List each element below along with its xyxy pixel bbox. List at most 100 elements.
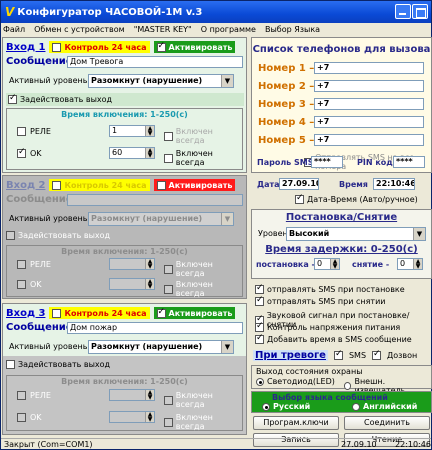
relay-always-on[interactable]: Включен всегда xyxy=(164,127,242,145)
chevron-down-icon[interactable]: ▼ xyxy=(221,213,233,225)
input-2-use-output[interactable]: Задействовать выход xyxy=(6,231,110,240)
ok-always-on[interactable]: Включен всегда xyxy=(164,149,242,167)
time-field[interactable]: 22:10:46 xyxy=(373,178,415,190)
russian-radio[interactable] xyxy=(262,402,270,411)
sms-on-disarm-toggle[interactable]: отправлять SMS при снятии xyxy=(255,295,385,306)
ok-checkbox[interactable] xyxy=(17,280,26,289)
input-1-message-field[interactable]: Дом Тревога xyxy=(67,56,243,68)
connect-button[interactable]: Соединить xyxy=(344,416,430,430)
maximize-button[interactable] xyxy=(412,4,428,19)
input-1-activate[interactable]: Активировать xyxy=(153,41,236,53)
input-3-activate[interactable]: Активировать xyxy=(153,307,236,319)
control-24h-checkbox[interactable] xyxy=(52,180,62,190)
menu-about[interactable]: О программе xyxy=(201,25,256,34)
pin-field[interactable]: **** xyxy=(393,156,425,168)
menu-master-key[interactable]: "MASTER KEY" xyxy=(134,25,192,34)
alarm-sms-checkbox[interactable] xyxy=(333,349,343,360)
external-radio[interactable] xyxy=(344,382,352,390)
always-checkbox[interactable] xyxy=(164,417,173,427)
spin-arrows-icon[interactable]: ▲ ▼ xyxy=(145,148,154,159)
ok-time-spinner[interactable]: ▲ ▼ xyxy=(109,278,155,290)
use-output-checkbox[interactable] xyxy=(6,231,15,240)
always-checkbox[interactable] xyxy=(164,131,173,141)
arm-delay-spinner[interactable]: 0 ▲ ▼ xyxy=(314,258,340,270)
input-1-control-24h[interactable]: Контроль 24 часа xyxy=(49,41,150,53)
ok-time-spinner[interactable]: ▲ ▼ xyxy=(109,411,155,423)
sms-on-arm-checkbox[interactable] xyxy=(255,283,264,294)
spin-arrows-icon[interactable]: ▲ ▼ xyxy=(145,279,154,290)
phone-2-field[interactable]: +7 xyxy=(314,80,424,92)
spin-arrows-icon[interactable]: ▲ ▼ xyxy=(145,126,154,137)
relay-checkbox[interactable] xyxy=(17,391,26,400)
input-3-title[interactable]: Вход 3 xyxy=(6,308,45,319)
relay-time-spinner[interactable]: ▲ ▼ xyxy=(109,258,155,270)
input-3-level-select[interactable]: Разомкнут (нарушение) ▼ xyxy=(88,340,234,354)
relay-always-on[interactable]: Включен всегда xyxy=(164,260,242,278)
ok-always-on[interactable]: Включен всегда xyxy=(164,413,242,431)
relay-toggle[interactable]: РЕЛЕ xyxy=(17,391,51,400)
input-2-title[interactable]: Вход 2 xyxy=(6,180,45,191)
input-1-title[interactable]: Вход 1 xyxy=(6,42,45,53)
relay-checkbox[interactable] xyxy=(17,260,26,269)
spin-arrows-icon[interactable]: ▲ ▼ xyxy=(145,412,154,423)
control-24h-checkbox[interactable] xyxy=(52,42,62,52)
input-3-message-field[interactable]: Дом пожар xyxy=(67,322,243,334)
ok-toggle[interactable]: OK xyxy=(17,413,42,422)
input-1-level-select[interactable]: Разомкнут (нарушение) ▼ xyxy=(88,74,234,88)
date-field[interactable]: 27.09.10 xyxy=(279,178,319,190)
ok-time-spinner[interactable]: 60 ▲ ▼ xyxy=(109,147,155,159)
led-radio[interactable] xyxy=(256,377,264,386)
spin-arrows-icon[interactable]: ▲ ▼ xyxy=(413,259,422,270)
datetime-auto-toggle[interactable]: Дата-Время (Авто/ручное) xyxy=(295,193,418,204)
sms-on-arm-toggle[interactable]: отправлять SMS при постановке xyxy=(255,283,405,294)
control-24h-checkbox[interactable] xyxy=(52,308,62,318)
input-3-use-output[interactable]: Задействовать выход xyxy=(6,360,110,369)
relay-checkbox[interactable] xyxy=(17,127,26,136)
menu-device-exchange[interactable]: Обмен с устройством xyxy=(34,25,125,34)
language-english[interactable]: Английский xyxy=(352,402,417,411)
chevron-down-icon[interactable]: ▼ xyxy=(221,75,233,87)
always-checkbox[interactable] xyxy=(164,284,173,294)
ok-toggle[interactable]: OK xyxy=(17,147,42,158)
minimize-button[interactable] xyxy=(395,4,411,19)
chevron-down-icon[interactable]: ▼ xyxy=(221,341,233,353)
chevron-down-icon[interactable]: ▼ xyxy=(413,228,425,240)
ok-toggle[interactable]: OK xyxy=(17,280,42,289)
spin-arrows-icon[interactable]: ▲ ▼ xyxy=(330,259,339,270)
add-time-checkbox[interactable] xyxy=(255,333,264,344)
relay-time-spinner[interactable]: ▲ ▼ xyxy=(109,389,155,401)
ok-checkbox[interactable] xyxy=(17,413,26,422)
always-checkbox[interactable] xyxy=(164,395,173,405)
sms-password-field[interactable]: **** xyxy=(311,156,343,168)
input-1-use-output[interactable]: Задействовать выход xyxy=(6,93,244,106)
alarm-call-checkbox[interactable] xyxy=(372,349,382,360)
state-output-led[interactable]: Светодиод(LED) xyxy=(256,377,335,386)
input-2-control-24h[interactable]: Контроль 24 часа xyxy=(49,179,150,191)
spin-arrows-icon[interactable]: ▲ ▼ xyxy=(145,390,154,401)
language-russian[interactable]: Русский xyxy=(262,402,310,411)
use-output-checkbox[interactable] xyxy=(6,360,15,369)
power-control-checkbox[interactable] xyxy=(255,321,264,332)
activate-checkbox[interactable] xyxy=(156,180,166,190)
always-checkbox[interactable] xyxy=(164,153,173,163)
disarm-delay-spinner[interactable]: 0 ▲ ▼ xyxy=(397,258,423,270)
english-radio[interactable] xyxy=(352,402,360,411)
activate-checkbox[interactable] xyxy=(156,307,166,318)
phone-3-field[interactable]: +7 xyxy=(314,98,424,110)
use-output-checkbox[interactable] xyxy=(8,93,17,104)
sms-on-disarm-checkbox[interactable] xyxy=(255,295,264,306)
phone-5-field[interactable]: +7 xyxy=(314,134,424,146)
input-2-activate[interactable]: Активировать xyxy=(153,179,236,191)
relay-toggle[interactable]: РЕЛЕ xyxy=(17,127,51,136)
add-time-toggle[interactable]: Добавить время в SMS сообщение xyxy=(255,333,412,344)
input-3-control-24h[interactable]: Контроль 24 часа xyxy=(49,307,150,319)
input-2-level-select[interactable]: Разомкнут (нарушение) ▼ xyxy=(88,212,234,226)
phone-1-field[interactable]: +7 xyxy=(314,62,424,74)
ok-always-on[interactable]: Включен всегда xyxy=(164,280,242,298)
relay-time-spinner[interactable]: 1 ▲ ▼ xyxy=(109,125,155,137)
menu-language[interactable]: Выбор Языка xyxy=(265,25,320,34)
phone-4-field[interactable]: +7 xyxy=(314,116,424,128)
arming-level-select[interactable]: Высокий ▼ xyxy=(286,227,426,241)
spin-arrows-icon[interactable]: ▲ ▼ xyxy=(145,259,154,270)
prog-keys-button[interactable]: Програм.ключи xyxy=(253,416,339,430)
